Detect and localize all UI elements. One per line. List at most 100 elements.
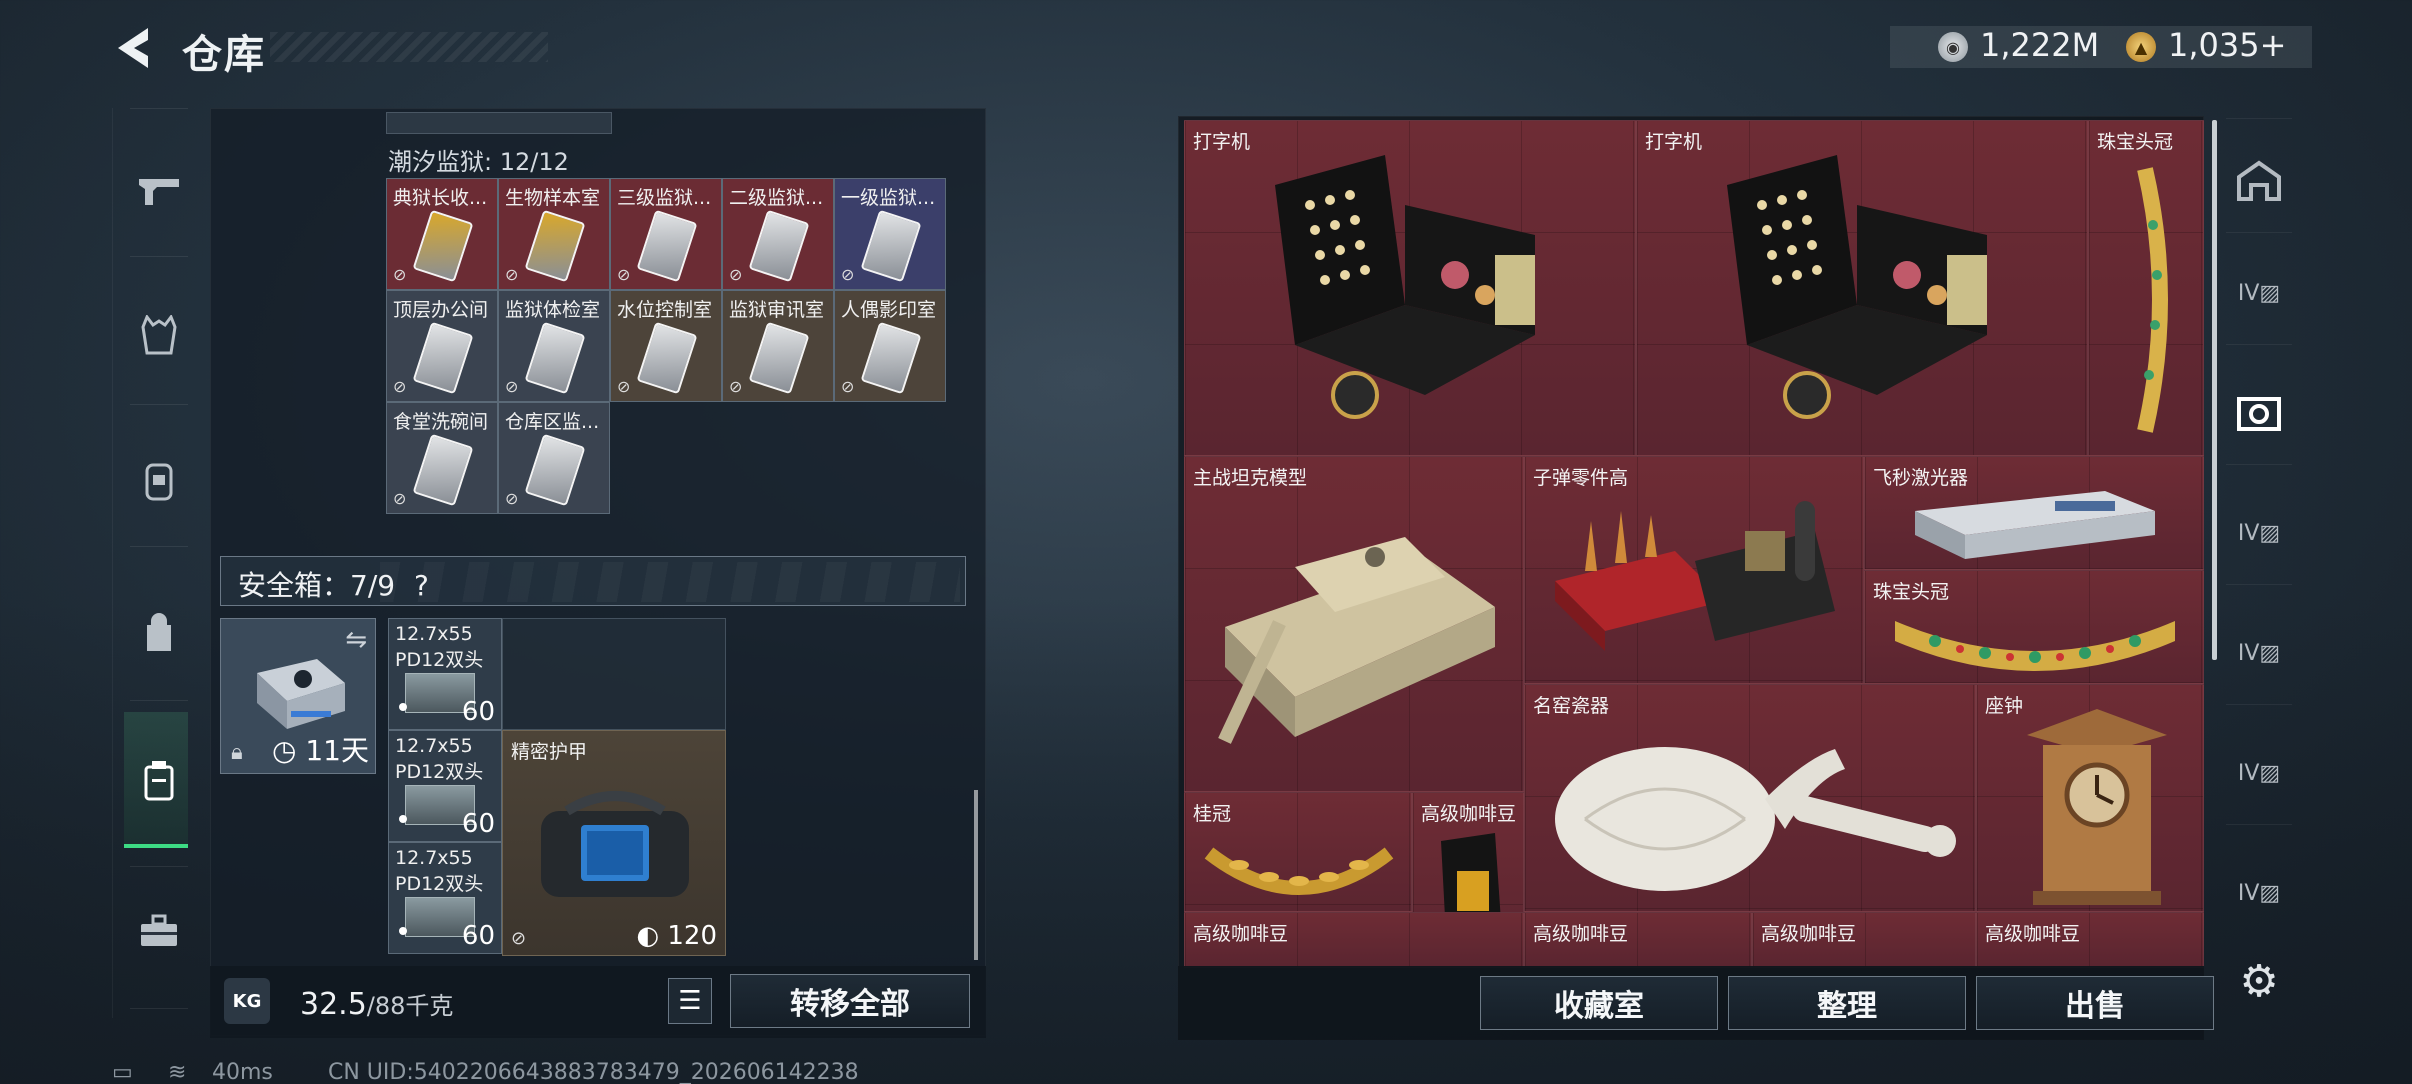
ammo-stack[interactable]: 12.7x55 PD12双头 60 bbox=[388, 730, 502, 842]
sell-button[interactable]: 出售 bbox=[1976, 976, 2214, 1030]
stash-tab-iv-icon[interactable]: IV▨ bbox=[2226, 740, 2292, 806]
armor-item[interactable]: 精密护甲 ⊘ ◐ 120 bbox=[502, 730, 726, 956]
tank-image bbox=[1218, 537, 1495, 744]
armor-label: 精密护甲 bbox=[511, 741, 588, 763]
toolbox-icon[interactable] bbox=[112, 886, 206, 976]
keycard-label: 生物样本室 bbox=[505, 187, 601, 209]
safebox-count: 安全箱：7/9 bbox=[238, 569, 396, 602]
empty-safebox-slot[interactable] bbox=[502, 618, 726, 730]
nav-divider bbox=[130, 404, 188, 405]
nav-divider bbox=[130, 546, 188, 547]
grid-item-jewel-crown[interactable]: 珠宝头冠 bbox=[1864, 570, 2204, 684]
keycard-label: 人偶影印室 bbox=[841, 299, 937, 321]
ammo-stack[interactable]: 12.7x55 PD12双头 60 bbox=[388, 842, 502, 954]
keycard-slot[interactable]: 水位控制室 ⊘ bbox=[610, 290, 722, 402]
nav-divider bbox=[2226, 344, 2292, 345]
keycard-slot[interactable]: 一级监狱... ⊘ bbox=[834, 178, 946, 290]
keycard-label: 监狱审讯室 bbox=[729, 299, 825, 321]
nav-divider bbox=[2226, 584, 2292, 585]
item-label: 主战坦克模型 bbox=[1193, 467, 1308, 489]
stash-scrollbar[interactable] bbox=[2212, 120, 2217, 660]
transfer-all-button[interactable]: 转移全部 bbox=[730, 974, 970, 1028]
crown-image bbox=[1895, 621, 2175, 671]
keycard-slot[interactable]: 生物样本室 ⊘ bbox=[498, 178, 610, 290]
keycard-image bbox=[524, 433, 586, 507]
keycard-slot[interactable]: 典狱长收... ⊘ bbox=[386, 178, 498, 290]
weight-current: 32.5 bbox=[300, 987, 367, 1022]
laser-image bbox=[1915, 491, 2155, 559]
weight-readout: 32.5/88千克 bbox=[300, 986, 453, 1022]
keycard-label: 典狱长收... bbox=[393, 187, 488, 209]
keycard-slot[interactable]: 二级监狱... ⊘ bbox=[722, 178, 834, 290]
gun-icon[interactable] bbox=[112, 146, 206, 236]
quality-dot bbox=[399, 815, 407, 823]
settings-gear-icon[interactable]: ⚙ bbox=[2226, 948, 2292, 1014]
keycard-slot[interactable]: 监狱体检室 ⊘ bbox=[498, 290, 610, 402]
weight-icon: KG bbox=[224, 978, 270, 1024]
stash-tab-iv-icon[interactable]: IV▨ bbox=[2226, 500, 2292, 566]
no-trade-icon: ⊘ bbox=[617, 265, 631, 284]
grid-item-jewel-crown[interactable]: 珠宝头冠 bbox=[2088, 120, 2204, 456]
stash-home-icon[interactable] bbox=[2226, 148, 2292, 214]
grid-item-desk-clock[interactable]: 座钟 bbox=[1976, 684, 2204, 912]
keycard-slot[interactable]: 人偶影印室 ⊘ bbox=[834, 290, 946, 402]
grid-item-porcelain[interactable]: 名窑瓷器 bbox=[1524, 684, 1976, 912]
list-view-button[interactable]: ☰ bbox=[668, 978, 712, 1024]
ammo-caliber: 12.7x55 bbox=[395, 623, 473, 645]
keycard-slot[interactable]: 三级监狱... ⊘ bbox=[610, 178, 722, 290]
battery-icon: ▭ bbox=[112, 1060, 133, 1084]
stash-tab-iv-icon[interactable]: IV▨ bbox=[2226, 860, 2292, 926]
ping-readout: 40ms bbox=[212, 1060, 273, 1084]
grid-item-coffee[interactable]: 高级咖啡豆 bbox=[1976, 912, 2204, 968]
no-trade-icon: ⊘ bbox=[393, 265, 407, 284]
keycard-image bbox=[524, 209, 586, 283]
safebox-header-texture bbox=[380, 562, 960, 602]
stash-tab-iv-icon[interactable]: IV▨ bbox=[2226, 260, 2292, 326]
no-trade-icon: ⊘ bbox=[729, 377, 743, 396]
safebox-item[interactable]: ⇋ 🔒︎ ◷ 11天 bbox=[220, 618, 376, 774]
grid-item-tank-model[interactable]: 主战坦克模型 bbox=[1184, 456, 1524, 792]
grid-item-bullet-parts[interactable]: 子弹零件高 bbox=[1524, 456, 1864, 684]
armor-image bbox=[541, 791, 689, 897]
grid-item-femto-laser[interactable]: 飞秒激光器 bbox=[1864, 456, 2204, 570]
help-icon[interactable]: ? bbox=[414, 569, 429, 602]
crown-image bbox=[2137, 167, 2168, 433]
no-trade-icon: ⊘ bbox=[729, 265, 743, 284]
left-nav bbox=[112, 108, 206, 1018]
backpack-icon[interactable] bbox=[112, 588, 206, 678]
nav-divider bbox=[2226, 232, 2292, 233]
ammo-type: PD12双头 bbox=[395, 873, 484, 895]
no-trade-icon: ⊘ bbox=[841, 377, 855, 396]
keycard-image bbox=[524, 321, 586, 395]
silver-currency-value[interactable]: 1,222M bbox=[1980, 26, 2099, 64]
collection-tab-icon[interactable] bbox=[2226, 380, 2292, 446]
item-label: 高级咖啡豆 bbox=[1985, 923, 2081, 945]
keycard-slot[interactable]: 食堂洗碗间 ⊘ bbox=[386, 402, 498, 514]
grid-item-coffee[interactable]: 高级咖啡豆 bbox=[1524, 912, 1752, 968]
keycard-image bbox=[412, 433, 474, 507]
inventory-scrollbar[interactable] bbox=[974, 790, 978, 960]
item-label: 珠宝头冠 bbox=[2097, 131, 2174, 153]
safebox-icon[interactable] bbox=[112, 736, 206, 826]
safebox-image bbox=[257, 659, 345, 729]
grid-item-coffee[interactable]: 高级咖啡豆 bbox=[1752, 912, 1976, 968]
grid-item-laurel[interactable]: 桂冠 bbox=[1184, 792, 1412, 912]
item-label: 高级咖啡豆 bbox=[1193, 923, 1289, 945]
back-arrow-icon[interactable] bbox=[112, 24, 156, 72]
gold-currency-value[interactable]: 1,035+ bbox=[2168, 26, 2286, 64]
collection-room-button[interactable]: 收藏室 bbox=[1480, 976, 1718, 1030]
grid-item-typewriter[interactable]: 打字机 bbox=[1184, 120, 1636, 456]
armor-icon[interactable] bbox=[112, 436, 206, 526]
ammo-stack[interactable]: 12.7x55 PD12双头 60 bbox=[388, 618, 502, 730]
grid-item-typewriter[interactable]: 打字机 bbox=[1636, 120, 2088, 456]
keycard-slot[interactable]: 仓库区监... ⊘ bbox=[498, 402, 610, 514]
stash-tab-iv-icon[interactable]: IV▨ bbox=[2226, 620, 2292, 686]
nav-divider bbox=[2226, 118, 2292, 119]
clock-icon: ◷ bbox=[272, 734, 297, 767]
keycard-slot[interactable]: 监狱审讯室 ⊘ bbox=[722, 290, 834, 402]
grid-item-coffee[interactable]: 高级咖啡豆 bbox=[1184, 912, 1524, 968]
sort-button[interactable]: 整理 bbox=[1728, 976, 1966, 1030]
swap-icon[interactable]: ⇋ bbox=[345, 625, 367, 655]
keycard-slot[interactable]: 顶层办公间 ⊘ bbox=[386, 290, 498, 402]
vest-icon[interactable] bbox=[112, 290, 206, 380]
